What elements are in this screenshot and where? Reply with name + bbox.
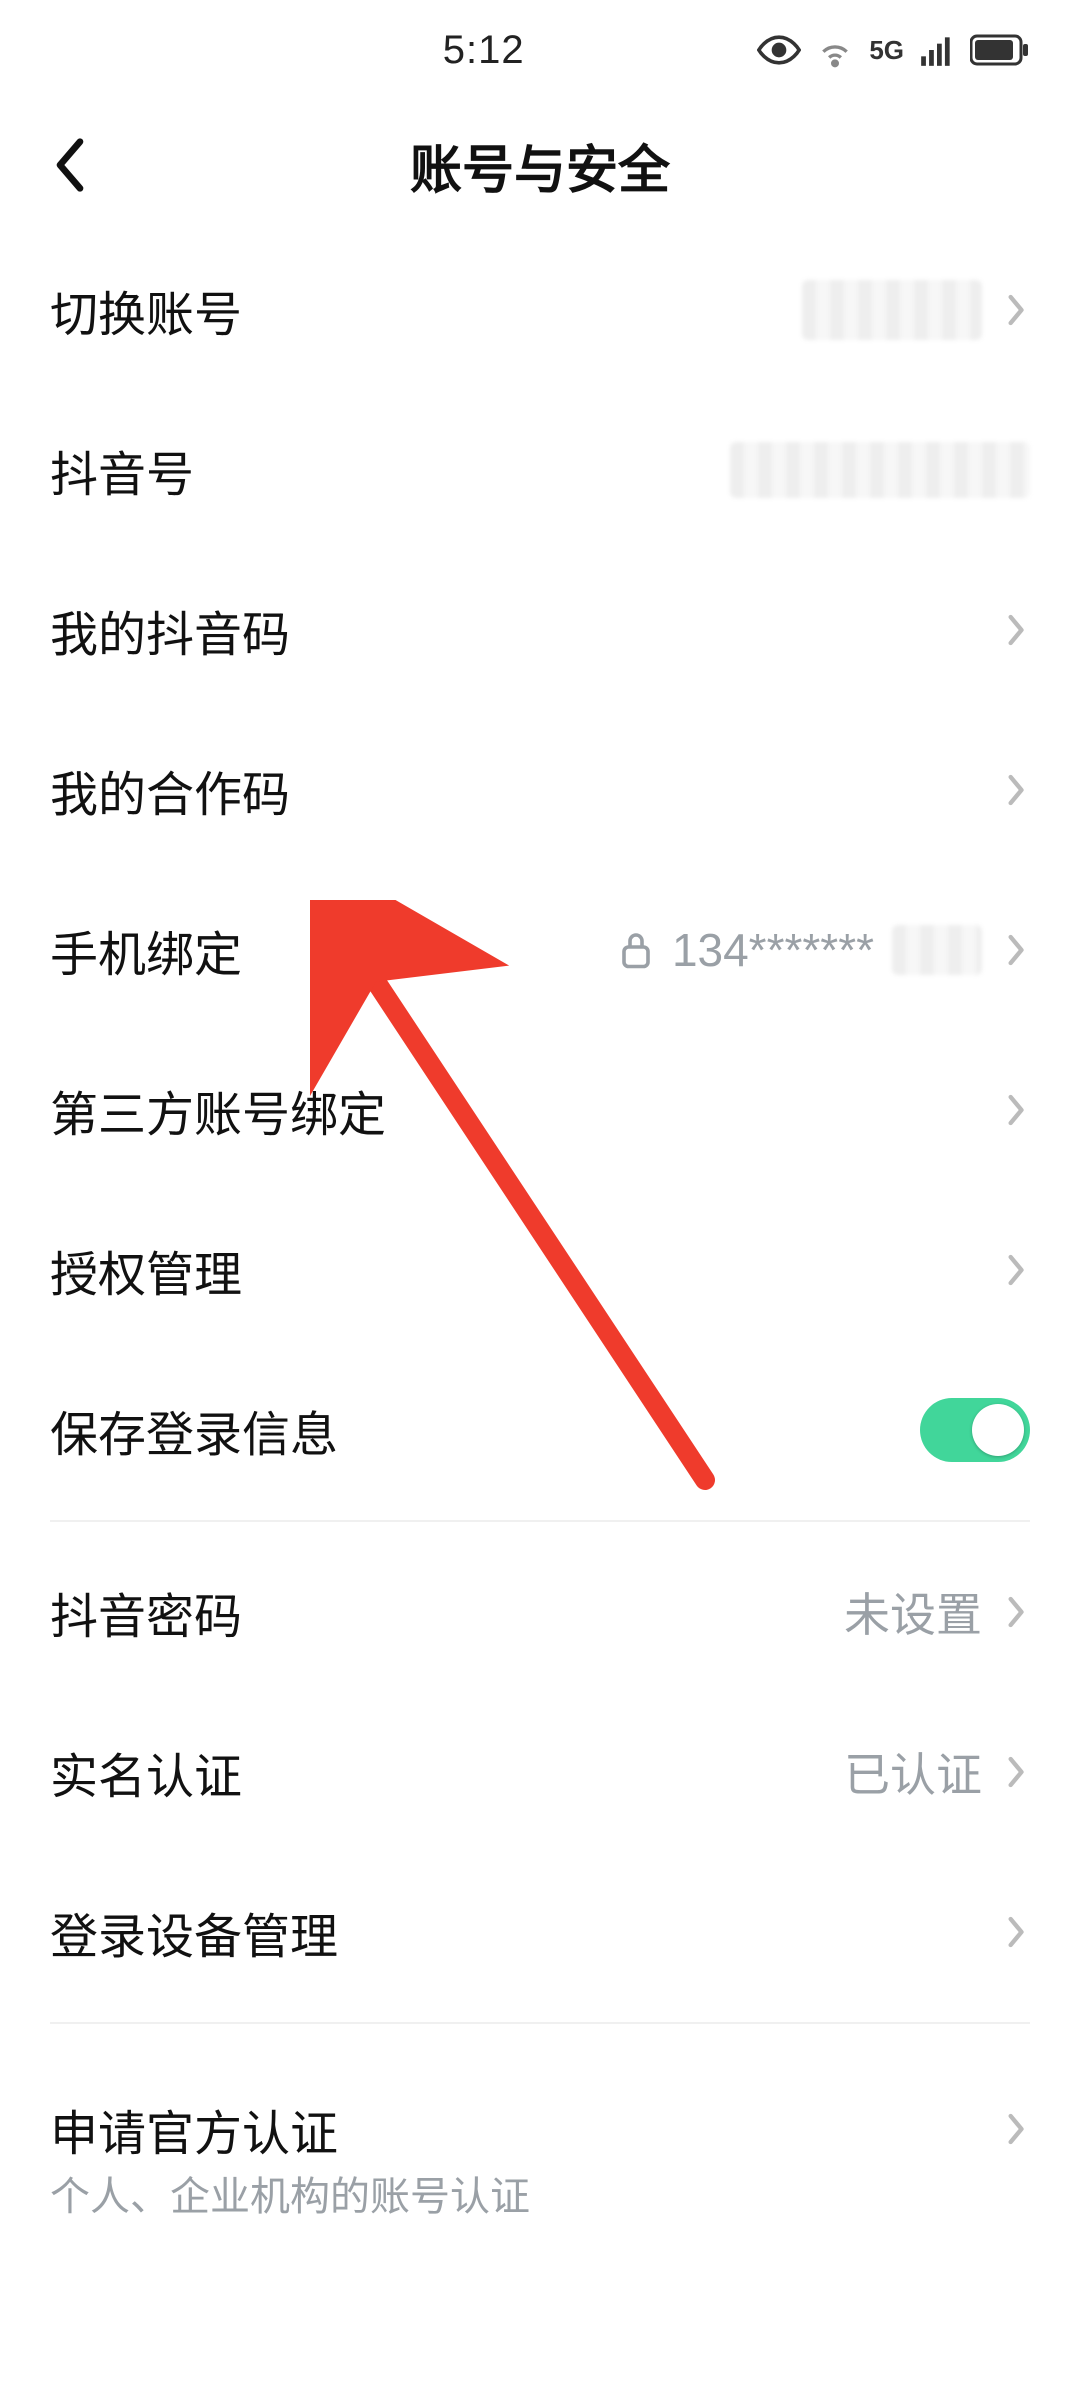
row-label: 我的合作码 xyxy=(50,755,290,825)
eye-icon xyxy=(757,28,801,72)
back-button[interactable] xyxy=(40,135,100,195)
save-login-toggle[interactable] xyxy=(920,1398,1030,1462)
row-label: 授权管理 xyxy=(50,1235,242,1305)
row-auth-management[interactable]: 授权管理 xyxy=(50,1190,1030,1350)
row-label: 我的抖音码 xyxy=(50,595,290,665)
chevron-right-icon xyxy=(1000,1597,1030,1627)
chevron-right-icon xyxy=(1000,1757,1030,1787)
row-label: 登录设备管理 xyxy=(50,1897,338,1967)
status-time: 5:12 xyxy=(50,28,757,73)
nav-header: 账号与安全 xyxy=(0,100,1080,230)
row-label: 实名认证 xyxy=(50,1737,242,1807)
chevron-right-icon xyxy=(1000,775,1030,805)
divider xyxy=(50,2022,1030,2024)
row-my-douyin-code[interactable]: 我的抖音码 xyxy=(50,550,1030,710)
chevron-right-icon xyxy=(1000,1255,1030,1285)
row-value: 134******* xyxy=(672,923,874,977)
row-login-devices[interactable]: 登录设备管理 xyxy=(50,1852,1030,2012)
row-subtitle: 个人、企业机构的账号认证 xyxy=(50,2164,1030,2262)
row-label: 手机绑定 xyxy=(50,915,242,985)
chevron-right-icon xyxy=(1000,1917,1030,1947)
divider xyxy=(50,1520,1030,1522)
row-value: 未设置 xyxy=(844,1579,982,1645)
signal-icon xyxy=(918,31,956,69)
redacted-value xyxy=(730,442,1030,498)
row-my-partner-code[interactable]: 我的合作码 xyxy=(50,710,1030,870)
chevron-right-icon xyxy=(1000,1095,1030,1125)
status-bar: 5:12 5G xyxy=(0,0,1080,100)
row-label: 申请官方认证 xyxy=(50,2094,338,2164)
chevron-right-icon xyxy=(1000,2114,1030,2144)
row-third-party-binding[interactable]: 第三方账号绑定 xyxy=(50,1030,1030,1190)
row-douyin-password[interactable]: 抖音密码 未设置 xyxy=(50,1532,1030,1692)
page-title: 账号与安全 xyxy=(410,128,670,203)
settings-list: 切换账号 抖音号 我的抖音码 我的合作码 xyxy=(0,230,1080,2262)
row-value: 已认证 xyxy=(844,1739,982,1805)
chevron-right-icon xyxy=(1000,295,1030,325)
row-label: 抖音号 xyxy=(50,435,194,505)
wifi-icon xyxy=(815,30,855,70)
lock-icon xyxy=(618,929,654,971)
row-douyin-id[interactable]: 抖音号 xyxy=(50,390,1030,550)
row-switch-account[interactable]: 切换账号 xyxy=(50,230,1030,390)
row-label: 切换账号 xyxy=(50,275,242,345)
row-label: 抖音密码 xyxy=(50,1577,242,1647)
redacted-value xyxy=(892,925,982,975)
status-indicators: 5G xyxy=(757,28,1030,72)
chevron-left-icon xyxy=(50,135,90,195)
network-label: 5G xyxy=(869,35,904,66)
row-real-name-verify[interactable]: 实名认证 已认证 xyxy=(50,1692,1030,1852)
row-phone-binding[interactable]: 手机绑定 134******* xyxy=(50,870,1030,1030)
row-label: 保存登录信息 xyxy=(50,1395,338,1465)
row-save-login-info: 保存登录信息 xyxy=(50,1350,1030,1510)
row-label: 第三方账号绑定 xyxy=(50,1075,386,1145)
chevron-right-icon xyxy=(1000,615,1030,645)
redacted-value xyxy=(802,280,982,340)
chevron-right-icon xyxy=(1000,935,1030,965)
battery-icon xyxy=(970,33,1030,67)
